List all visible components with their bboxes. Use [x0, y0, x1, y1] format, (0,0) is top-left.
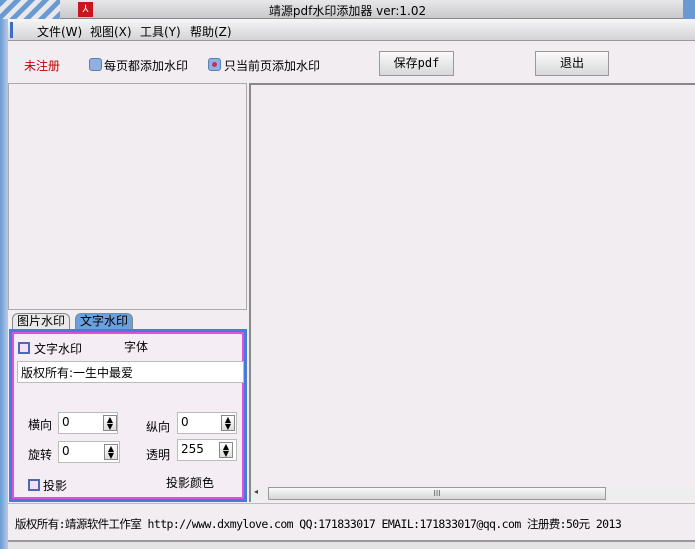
radio-all-pages[interactable]: [89, 58, 102, 71]
text-watermark-panel: 文字水印 字体 版权所有:一生中最爱 横向 0 ▲ ▼ 纵向 0 ▲ ▼ 旋转 0 …: [9, 329, 247, 502]
window-control-button[interactable]: [683, 0, 695, 19]
radio-current-page-label[interactable]: 只当前页添加水印: [224, 57, 320, 74]
vertical-label: 纵向: [146, 420, 171, 434]
window-frame: [0, 19, 8, 549]
menu-view[interactable]: 视图(X): [90, 23, 132, 40]
shadow-color-button[interactable]: 投影颜色: [166, 474, 214, 491]
menu-help[interactable]: 帮助(Z): [190, 23, 232, 40]
tab-text-watermark[interactable]: 文字水印: [75, 313, 134, 330]
scroll-thumb[interactable]: III: [268, 487, 606, 500]
menu-tools[interactable]: 工具(Y): [140, 23, 181, 40]
radio-all-pages-label[interactable]: 每页都添加水印: [104, 57, 188, 74]
window-title: 靖源pdf水印添加器 ver:1.02: [268, 4, 427, 18]
rotate-spinner[interactable]: ▲ ▼: [104, 444, 118, 460]
menu-bar: 文件(W) 视图(X) 工具(Y) 帮助(Z): [8, 19, 695, 41]
opacity-label: 透明: [146, 448, 171, 462]
registration-status: 未注册: [24, 59, 61, 73]
tab-image-watermark[interactable]: 图片水印: [12, 313, 71, 330]
window-bottom-border: [8, 540, 695, 549]
opacity-spinner[interactable]: ▲ ▼: [219, 442, 233, 458]
vertical-spinner[interactable]: ▲ ▼: [221, 415, 235, 431]
rotate-label: 旋转: [28, 448, 53, 462]
exit-button[interactable]: 退出: [535, 51, 609, 76]
radio-current-page[interactable]: [208, 58, 221, 71]
pdf-canvas[interactable]: [249, 83, 695, 502]
text-watermark-label: 文字水印: [34, 342, 83, 356]
text-watermark-checkbox[interactable]: [18, 342, 30, 354]
copyright-text: 版权所有:靖源软件工作室 http://www.dxmylove.com QQ:…: [15, 517, 622, 531]
scroll-left-arrow-icon[interactable]: ◂: [254, 487, 258, 496]
shadow-checkbox[interactable]: [28, 479, 40, 491]
watermark-text-input[interactable]: 版权所有:一生中最爱: [17, 361, 244, 383]
horizontal-spinner[interactable]: ▲ ▼: [103, 415, 117, 431]
menu-file[interactable]: 文件(W): [37, 23, 82, 40]
menu-grip: [10, 22, 13, 38]
font-button[interactable]: 字体: [124, 338, 148, 355]
save-pdf-button[interactable]: 保存pdf: [379, 51, 454, 76]
thumbnail-preview: [8, 83, 247, 310]
shadow-label: 投影: [43, 479, 68, 493]
horizontal-label: 横向: [28, 418, 53, 432]
